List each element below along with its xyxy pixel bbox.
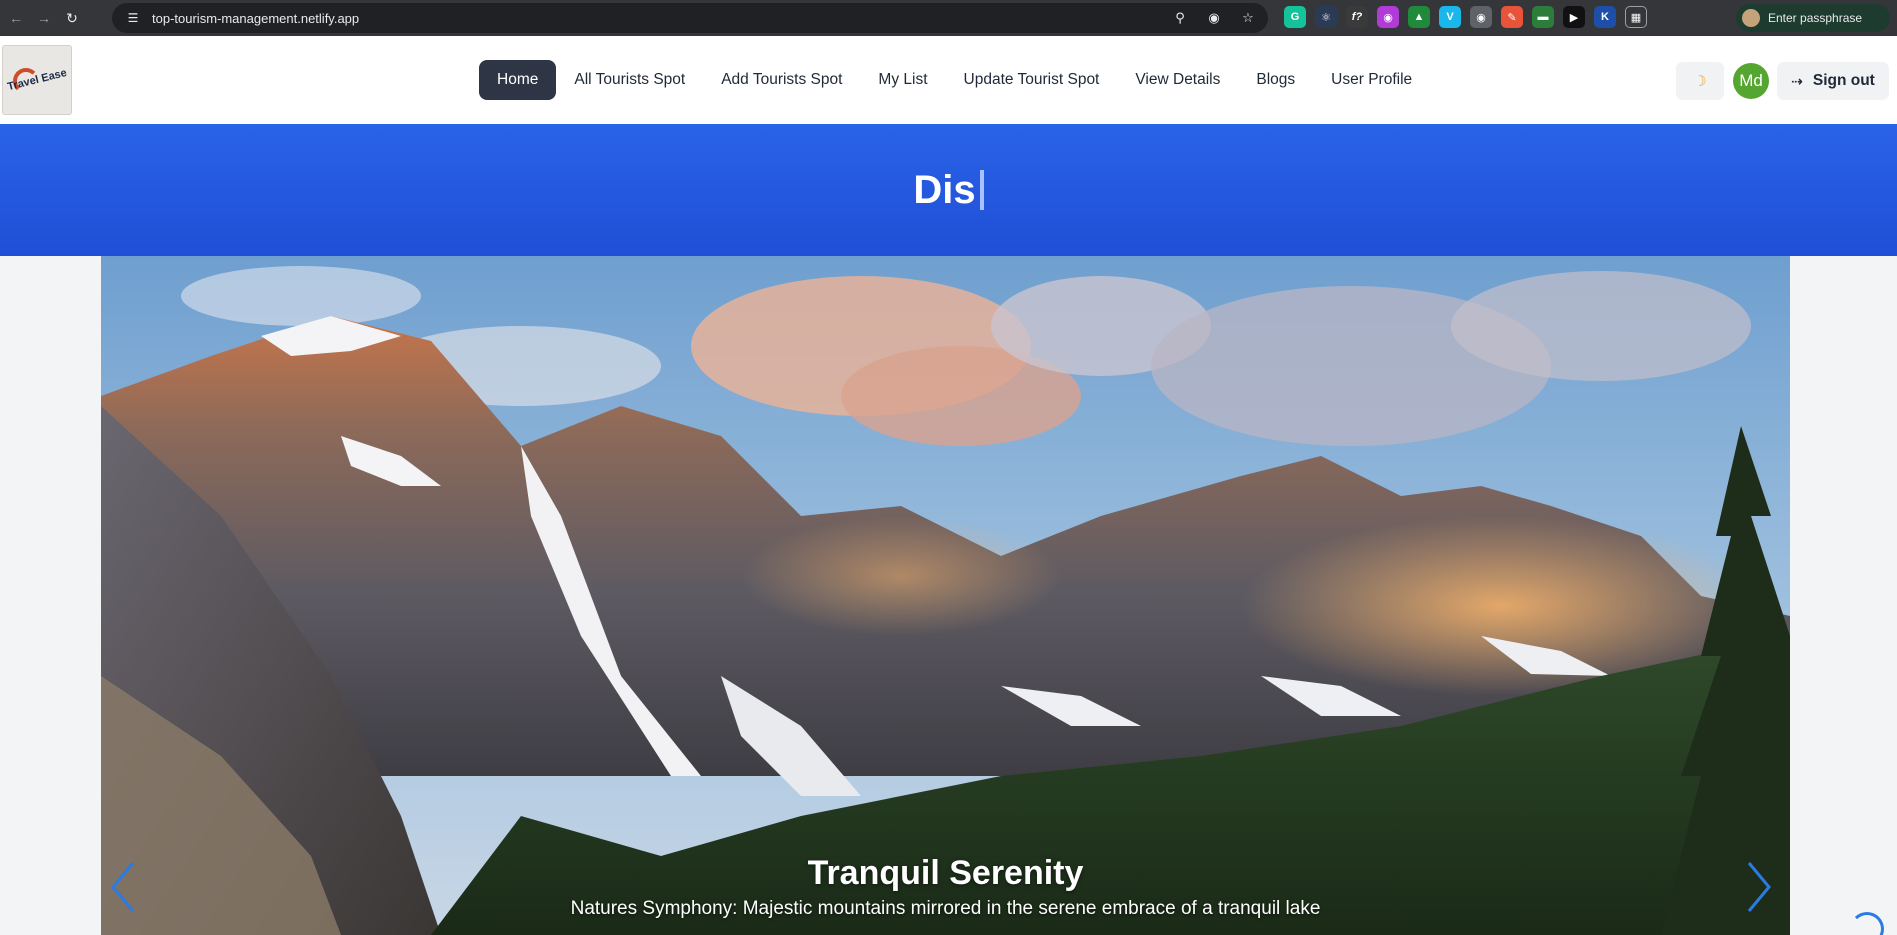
video-extension-icon[interactable]: ▶ xyxy=(1563,6,1585,28)
puzzle-extensions-icon[interactable]: ▦ xyxy=(1625,6,1647,28)
slide-image xyxy=(101,256,1790,935)
nav-link-my-list[interactable]: My List xyxy=(860,60,945,100)
carousel-next-button[interactable] xyxy=(1745,861,1785,921)
camera-extension-icon[interactable]: ◉ xyxy=(1470,6,1492,28)
moon-icon: ☽ xyxy=(1693,73,1707,90)
url-text[interactable]: top-tourism-management.netlify.app xyxy=(152,11,359,26)
site-navbar: Travel Ease Home All Tourists Spot Add T… xyxy=(0,36,1897,124)
sign-out-icon: ⇢ xyxy=(1791,72,1803,89)
carousel-prev-button[interactable] xyxy=(109,861,149,921)
sign-out-button[interactable]: ⇢ Sign out xyxy=(1777,62,1889,100)
grammarly-extension-icon[interactable]: G xyxy=(1284,6,1306,28)
hero-carousel: Tranquil Serenity Natures Symphony: Maje… xyxy=(101,256,1790,935)
nav-link-add-tourists-spot[interactable]: Add Tourists Spot xyxy=(703,60,860,100)
nav-link-blogs[interactable]: Blogs xyxy=(1238,60,1313,100)
chevron-right-icon xyxy=(1747,862,1771,912)
hero-typed-text: Dis xyxy=(913,167,976,212)
site-info-icon[interactable]: ☰ xyxy=(124,9,142,27)
green-extension-icon[interactable]: ▬ xyxy=(1532,6,1554,28)
sign-out-label: Sign out xyxy=(1812,72,1875,89)
profile-avatar-icon xyxy=(1742,9,1760,27)
user-avatar[interactable]: Md xyxy=(1733,63,1769,99)
bookmark-star-icon[interactable]: ☆ xyxy=(1238,8,1258,28)
extensions-bar: G ⚛ f? ◉ ▲ V ◉ ✎ ▬ ▶ K ▦ xyxy=(1284,6,1647,28)
react-devtools-extension-icon[interactable]: ⚛ xyxy=(1315,6,1337,28)
logo-text: Travel Ease xyxy=(6,66,68,93)
forward-icon[interactable]: → xyxy=(32,6,56,30)
hero-typewriter: Dis xyxy=(913,167,984,213)
profile-chip-label: Enter passphrase xyxy=(1768,11,1863,25)
autoplay-progress-icon xyxy=(1850,912,1884,935)
nav-link-user-profile[interactable]: User Profile xyxy=(1313,60,1430,100)
slide-title: Tranquil Serenity xyxy=(807,854,1084,892)
k-extension-icon[interactable]: K xyxy=(1594,6,1616,28)
vimeo-extension-icon[interactable]: V xyxy=(1439,6,1461,28)
color-extension-icon[interactable]: ◉ xyxy=(1377,6,1399,28)
reload-icon[interactable]: ↻ xyxy=(60,6,84,30)
profile-chip[interactable]: Enter passphrase xyxy=(1736,4,1890,32)
theme-toggle-button[interactable]: ☽ xyxy=(1676,62,1724,100)
nav-link-home[interactable]: Home xyxy=(479,60,557,100)
back-icon[interactable]: ← xyxy=(4,6,28,30)
tree-extension-icon[interactable]: ▲ xyxy=(1408,6,1430,28)
slide-subtitle: Natures Symphony: Majestic mountains mir… xyxy=(570,898,1321,919)
pdf-extension-icon[interactable]: ✎ xyxy=(1501,6,1523,28)
zoom-icon[interactable]: ⚲ xyxy=(1170,8,1190,28)
site-logo[interactable]: Travel Ease xyxy=(2,45,72,115)
nav-link-view-details[interactable]: View Details xyxy=(1117,60,1238,100)
chevron-left-icon xyxy=(111,862,135,912)
eye-off-icon[interactable]: ◉ xyxy=(1204,8,1224,28)
typing-cursor xyxy=(979,170,984,210)
browser-toolbar: ← → ↻ ☰ top-tourism-management.netlify.a… xyxy=(0,0,1897,36)
font-extension-icon[interactable]: f? xyxy=(1346,6,1368,28)
hero-banner: Dis xyxy=(0,124,1897,256)
main-nav: Home All Tourists Spot Add Tourists Spot… xyxy=(479,60,1430,100)
nav-link-all-tourists-spot[interactable]: All Tourists Spot xyxy=(556,60,703,100)
nav-link-update-tourist-spot[interactable]: Update Tourist Spot xyxy=(946,60,1118,100)
address-bar[interactable]: ☰ top-tourism-management.netlify.app ⚲ ◉… xyxy=(112,3,1268,33)
